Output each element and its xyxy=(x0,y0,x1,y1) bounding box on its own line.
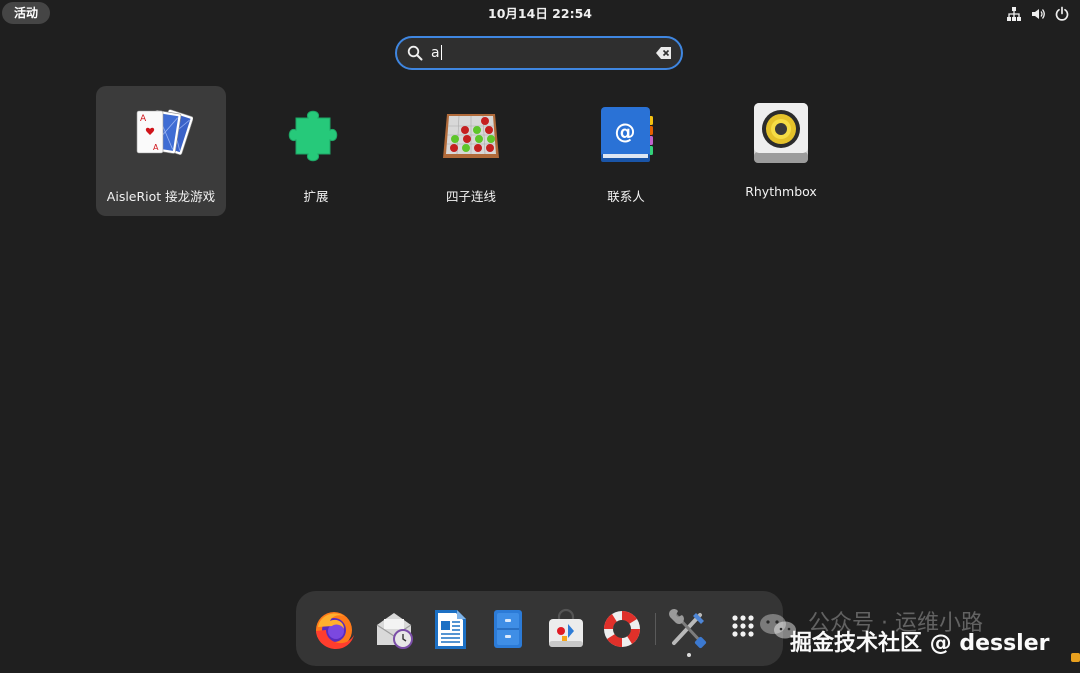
dock-item-help[interactable] xyxy=(600,607,644,651)
firefox-icon xyxy=(316,612,354,649)
app-result-extensions[interactable]: 扩展 xyxy=(251,86,381,216)
search-entry[interactable]: a xyxy=(395,36,683,70)
dock-item-files[interactable] xyxy=(486,607,530,651)
top-bar: 活动 10月14日 22:54 xyxy=(0,0,1080,27)
power-icon xyxy=(1055,6,1069,21)
rhythmbox-speaker-icon xyxy=(749,102,813,166)
app-label: 扩展 xyxy=(303,189,329,204)
svg-text:@: @ xyxy=(615,120,636,144)
search-icon xyxy=(407,45,423,61)
svg-text:A: A xyxy=(153,143,159,152)
evolution-mail-icon xyxy=(376,613,413,649)
app-label: AisleRiot 接龙游戏 xyxy=(106,189,216,204)
clear-icon[interactable] xyxy=(656,47,672,59)
search-input[interactable]: a xyxy=(431,38,442,68)
dock-item-tweaks[interactable] xyxy=(666,607,710,651)
network-icon xyxy=(1007,6,1021,21)
app-result-rhythmbox[interactable]: Rhythmbox xyxy=(716,86,846,216)
app-result-contacts[interactable]: @ 联系人 xyxy=(561,86,691,216)
activities-button[interactable]: 活动 xyxy=(2,2,51,24)
app-result-aisleriot[interactable]: A A AisleRiot 接龙游戏 xyxy=(96,86,226,216)
app-label: 四子连线 xyxy=(445,189,496,204)
clock: 10月14日 22:54 xyxy=(0,0,1080,27)
app-result-four-in-a-row[interactable]: 四子连线 xyxy=(406,86,536,216)
app-label: 联系人 xyxy=(607,189,645,204)
system-tray[interactable] xyxy=(1006,5,1070,22)
dock-item-writer[interactable] xyxy=(428,607,472,651)
volume-icon xyxy=(1032,8,1045,19)
software-center-icon xyxy=(549,608,583,647)
running-indicator xyxy=(687,653,691,657)
libreoffice-writer-icon xyxy=(435,610,466,649)
clock-label[interactable]: 10月14日 22:54 xyxy=(488,6,592,21)
dash-dock xyxy=(296,591,783,666)
four-in-a-row-icon xyxy=(439,102,503,166)
extensions-puzzle-icon xyxy=(284,102,348,166)
dock-item-software[interactable] xyxy=(544,607,588,651)
files-icon xyxy=(494,610,522,648)
app-label: Rhythmbox xyxy=(745,184,817,199)
contacts-book-icon: @ xyxy=(594,102,658,166)
settings-tools-icon xyxy=(669,609,707,649)
svg-text:A: A xyxy=(140,114,147,124)
gnome-overview: 活动 10月14日 22:54 a A A AisleRiot 接龙游戏 扩展 … xyxy=(0,0,1080,673)
dock-item-firefox[interactable] xyxy=(312,607,356,651)
watermark-juejin: 掘金技术社区 @ dessler xyxy=(790,631,1050,656)
dock-separator xyxy=(655,613,656,645)
corner-badge-icon xyxy=(1071,653,1080,662)
dock-item-mail[interactable] xyxy=(372,607,416,651)
aisleriot-cards-icon: A A xyxy=(129,102,194,166)
help-lifebuoy-icon xyxy=(603,610,640,647)
